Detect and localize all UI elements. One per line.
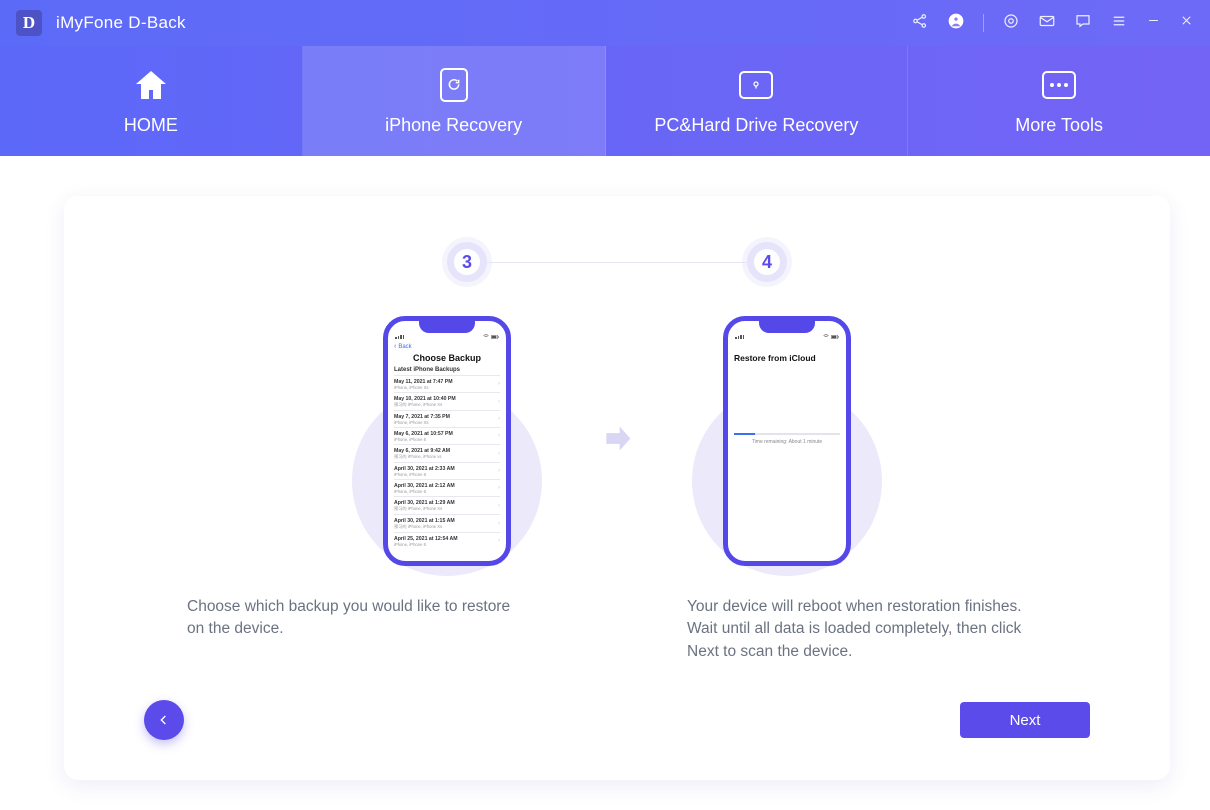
share-icon[interactable]	[911, 12, 929, 35]
steps-indicator: 3 4	[144, 242, 1090, 282]
phone1-subtitle: Latest iPhone Backups	[394, 367, 500, 373]
caption-right: Your device will reboot when restoration…	[687, 596, 1047, 663]
phone-notch	[759, 321, 815, 333]
content-area: 3 4 ‹Back Choose Backup Latest iPhone	[0, 156, 1210, 810]
phone-frame: Restore from iCloud Time remaining: Abou…	[723, 316, 851, 566]
phone-notch	[419, 321, 475, 333]
account-icon[interactable]	[947, 12, 965, 35]
nav-pc-recovery[interactable]: PC&Hard Drive Recovery	[606, 46, 909, 156]
backup-item: May 10, 2021 at 10:40 PM预习的 iPhone, iPho…	[394, 392, 500, 410]
nav-more-tools[interactable]: More Tools	[908, 46, 1210, 156]
progress-bar	[734, 433, 840, 435]
backup-item: May 7, 2021 at 7:35 PMiPhone, iPhone Xs›	[394, 410, 500, 427]
captions: Choose which backup you would like to re…	[144, 596, 1090, 663]
backup-list: May 11, 2021 at 7:47 PMiPhone, iPhone Xs…	[394, 375, 500, 549]
pc-recovery-icon	[738, 67, 774, 103]
home-icon	[133, 67, 169, 103]
card-footer: Next	[144, 682, 1090, 740]
app-logo: D	[16, 10, 42, 36]
caption-left: Choose which backup you would like to re…	[187, 596, 527, 663]
step-4-badge: 4	[747, 242, 787, 282]
step-3-badge: 3	[447, 242, 487, 282]
minimize-button[interactable]	[1146, 13, 1161, 33]
phone-restore-icloud: Restore from iCloud Time remaining: Abou…	[657, 316, 917, 566]
time-remaining: Time remaining: About 1 minute	[734, 439, 840, 445]
titlebar: D iMyFone D-Back	[0, 0, 1210, 46]
back-button[interactable]	[144, 700, 184, 740]
phone-recovery-icon	[436, 67, 472, 103]
mail-icon[interactable]	[1038, 12, 1056, 35]
backup-item: April 30, 2021 at 2:12 AMiPhone, iPhone …	[394, 479, 500, 496]
more-tools-icon	[1041, 67, 1077, 103]
titlebar-actions	[911, 12, 1194, 35]
nav-pc-recovery-label: PC&Hard Drive Recovery	[654, 115, 858, 136]
nav-home[interactable]: HOME	[0, 46, 303, 156]
nav-more-tools-label: More Tools	[1015, 115, 1103, 136]
main-nav: HOME iPhone Recovery PC&Hard Drive Recov…	[0, 46, 1210, 156]
phone-frame: ‹Back Choose Backup Latest iPhone Backup…	[383, 316, 511, 566]
main-card: 3 4 ‹Back Choose Backup Latest iPhone	[64, 196, 1170, 780]
nav-iphone-recovery-label: iPhone Recovery	[385, 115, 522, 136]
next-button[interactable]: Next	[960, 702, 1090, 738]
app-title: iMyFone D-Back	[56, 13, 186, 33]
backup-item: May 11, 2021 at 7:47 PMiPhone, iPhone Xs…	[394, 375, 500, 392]
phone2-title: Restore from iCloud	[734, 353, 840, 363]
nav-iphone-recovery[interactable]: iPhone Recovery	[303, 46, 606, 156]
settings-icon[interactable]	[1002, 12, 1020, 35]
phone-screen-content: ‹Back Choose Backup Latest iPhone Backup…	[388, 339, 506, 553]
phone-back-link: ‹Back	[394, 343, 500, 350]
arrow-icon	[601, 423, 633, 460]
backup-item: April 30, 2021 at 2:33 AMiPhone, iPhone …	[394, 462, 500, 479]
phone1-title: Choose Backup	[394, 353, 500, 363]
close-button[interactable]	[1179, 13, 1194, 33]
backup-item: May 6, 2021 at 9:42 AM预习的 iPhone, iPhone…	[394, 444, 500, 462]
phone-choose-backup: ‹Back Choose Backup Latest iPhone Backup…	[317, 316, 577, 566]
menu-icon[interactable]	[1110, 12, 1128, 35]
feedback-icon[interactable]	[1074, 12, 1092, 35]
phones-illustration: ‹Back Choose Backup Latest iPhone Backup…	[144, 316, 1090, 566]
backup-item: April 30, 2021 at 1:15 AM预习的 iPhone, iPh…	[394, 514, 500, 532]
backup-item: May 6, 2021 at 10:57 PMiPhone, iPhone 8›	[394, 427, 500, 444]
backup-item: April 30, 2021 at 1:29 AM预习的 iPhone, iPh…	[394, 496, 500, 514]
restore-progress: Time remaining: About 1 minute	[734, 433, 840, 445]
phone2-screen-content: Restore from iCloud Time remaining: Abou…	[728, 339, 846, 449]
nav-home-label: HOME	[124, 115, 178, 136]
titlebar-divider	[983, 14, 984, 32]
step-connector	[487, 262, 747, 263]
backup-item: April 25, 2021 at 12:54 AMiPhone, iPhone…	[394, 532, 500, 549]
